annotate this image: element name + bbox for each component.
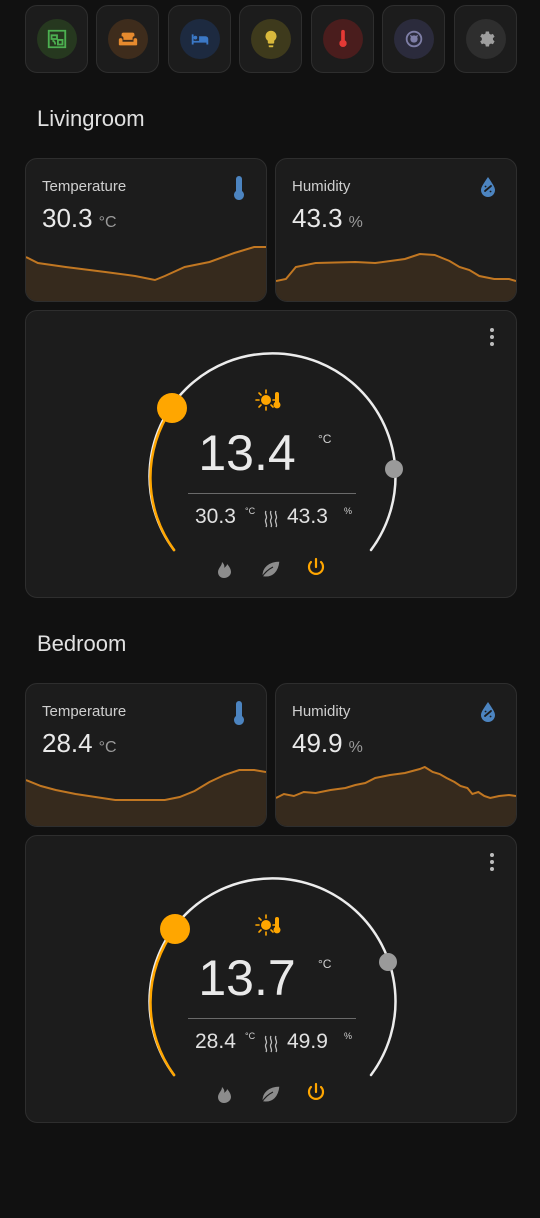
current-humidity-unit: % xyxy=(344,1031,353,1041)
sensor-label: Temperature xyxy=(42,178,127,195)
sofa-icon xyxy=(107,19,148,59)
nav-climate-button[interactable] xyxy=(311,5,374,73)
nav-bedroom-button[interactable] xyxy=(168,5,231,73)
sensor-value: 43.3 xyxy=(292,203,343,233)
thermometer-icon xyxy=(232,176,246,205)
sensor-reading: 43.3% xyxy=(292,203,363,234)
heat-action-icon xyxy=(255,914,281,936)
current-temperature-unit: °C xyxy=(245,506,256,516)
sensor-unit: °C xyxy=(98,739,117,756)
divider xyxy=(188,493,356,494)
thermometer-icon xyxy=(232,701,246,730)
humidity-sensor-card[interactable]: Humidity 43.3% xyxy=(275,158,517,302)
range-handle[interactable] xyxy=(385,460,403,478)
eco-mode-icon[interactable] xyxy=(261,1085,281,1103)
heat-mode-icon[interactable] xyxy=(218,1087,231,1103)
current-temperature: 30.3 xyxy=(195,505,236,528)
sensor-reading: 49.9% xyxy=(292,728,363,759)
sensor-unit: % xyxy=(348,214,363,231)
temperature-history-graph xyxy=(26,769,266,826)
thermometer-icon xyxy=(322,19,363,59)
thermostat-card: 13.7 °C 28.4 °C 49.9 % xyxy=(25,835,517,1123)
humidity-history-graph xyxy=(276,252,516,301)
thermostat-card: 13.4 °C 30.3 °C 43.3 % xyxy=(25,310,517,598)
sensor-label: Humidity xyxy=(292,178,351,195)
garden-icon xyxy=(36,19,77,59)
room-title: Bedroom xyxy=(37,631,127,656)
current-temperature-unit: °C xyxy=(245,1031,256,1041)
nav-livingroom-button[interactable] xyxy=(96,5,159,73)
target-handle[interactable] xyxy=(157,393,187,423)
current-humidity: 49.9 xyxy=(287,1030,328,1053)
power-icon[interactable] xyxy=(307,1082,325,1100)
sensor-value: 49.9 xyxy=(292,728,343,758)
target-temperature-unit: °C xyxy=(318,957,332,971)
sensor-unit: °C xyxy=(98,214,117,231)
sensor-value: 30.3 xyxy=(42,203,93,233)
sensor-value: 28.4 xyxy=(42,728,93,758)
humidity-wave-icon xyxy=(264,510,278,528)
sensor-unit: % xyxy=(348,739,363,756)
current-humidity-unit: % xyxy=(344,506,353,516)
temperature-history-graph xyxy=(26,246,266,301)
humidity-history-graph xyxy=(276,766,516,826)
sensor-reading: 28.4 °C xyxy=(42,728,117,759)
robot-vacuum-icon xyxy=(393,19,434,59)
target-temperature-unit: °C xyxy=(318,432,332,446)
temperature-sensor-card[interactable]: Temperature 28.4 °C xyxy=(25,683,267,827)
current-humidity: 43.3 xyxy=(287,505,328,528)
nav-lights-button[interactable] xyxy=(239,5,302,73)
current-temperature: 28.4 xyxy=(195,1030,236,1053)
heat-mode-icon[interactable] xyxy=(218,562,231,578)
nav-garden-button[interactable] xyxy=(25,5,88,73)
sensor-label: Temperature xyxy=(42,703,127,720)
sensor-reading: 30.3 °C xyxy=(42,203,117,234)
humidity-sensor-card[interactable]: Humidity 49.9% xyxy=(275,683,517,827)
target-temperature: 13.7 xyxy=(198,950,296,1006)
target-temperature: 13.4 xyxy=(198,425,296,481)
room-nav xyxy=(25,5,517,73)
bed-icon xyxy=(179,19,220,59)
humidity-wave-icon xyxy=(264,1035,278,1053)
divider xyxy=(188,1018,356,1019)
water-drop-icon xyxy=(480,176,496,203)
nav-settings-button[interactable] xyxy=(454,5,517,73)
room-title: Livingroom xyxy=(37,106,145,131)
target-handle[interactable] xyxy=(160,914,190,944)
temperature-sensor-card[interactable]: Temperature 30.3 °C xyxy=(25,158,267,302)
power-icon[interactable] xyxy=(307,557,325,575)
sensor-label: Humidity xyxy=(292,703,351,720)
nav-vacuum-button[interactable] xyxy=(382,5,445,73)
heat-action-icon xyxy=(255,389,281,411)
gear-icon xyxy=(465,19,506,59)
range-handle[interactable] xyxy=(379,953,397,971)
lightbulb-icon xyxy=(250,19,291,59)
water-drop-icon xyxy=(480,701,496,728)
eco-mode-icon[interactable] xyxy=(261,560,281,578)
